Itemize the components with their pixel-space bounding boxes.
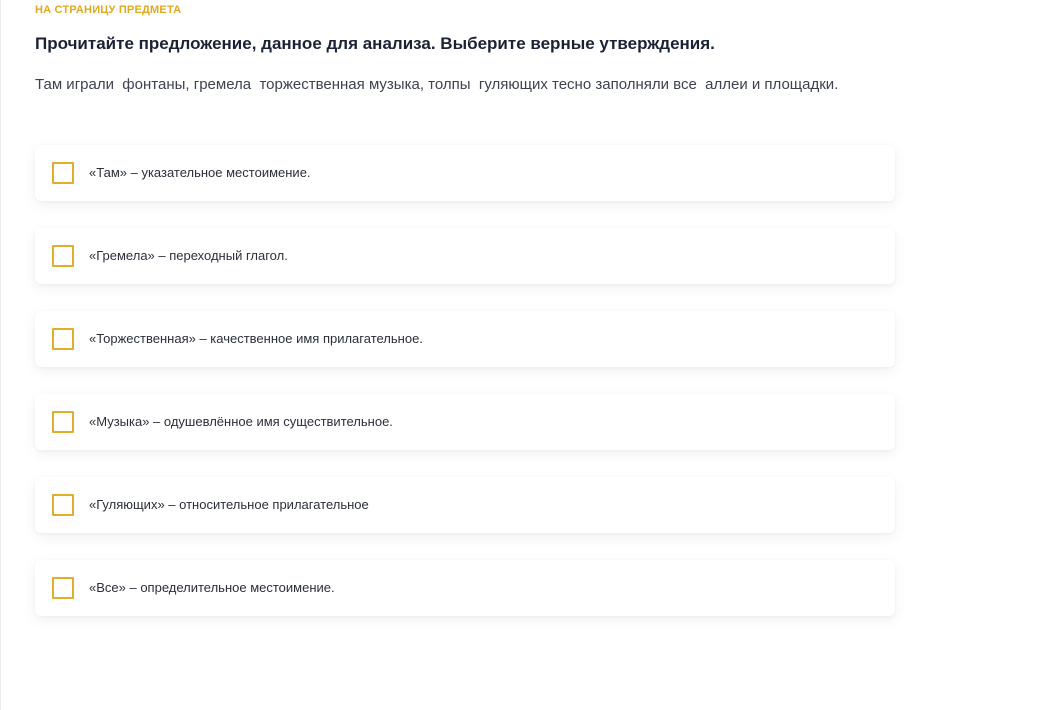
- checkbox-4[interactable]: [52, 411, 74, 433]
- question-title: Прочитайте предложение, данное для анали…: [35, 34, 715, 53]
- answer-option-label: «Все» – определительное местоимение.: [89, 580, 335, 595]
- answer-option-5[interactable]: «Гуляющих» – относительное прилагательно…: [35, 477, 895, 533]
- answer-option-label: «Музыка» – одушевлённое имя существитель…: [89, 414, 393, 429]
- checkbox-6[interactable]: [52, 577, 74, 599]
- checkbox-2[interactable]: [52, 245, 74, 267]
- answer-option-2[interactable]: «Гремела» – переходный глагол.: [35, 228, 895, 284]
- quiz-page: НА СТРАНИЦУ ПРЕДМЕТА Прочитайте предложе…: [0, 0, 1042, 710]
- answer-option-label: «Торжественная» – качественное имя прила…: [89, 331, 423, 346]
- checkbox-1[interactable]: [52, 162, 74, 184]
- left-divider: [0, 0, 1, 710]
- answer-option-label: «Гремела» – переходный глагол.: [89, 248, 288, 263]
- answer-options: «Там» – указательное местоимение. «Греме…: [35, 145, 895, 643]
- analysis-sentence: Там играли фонтаны, гремела торжественна…: [35, 76, 839, 93]
- answer-option-6[interactable]: «Все» – определительное местоимение.: [35, 560, 895, 616]
- answer-option-label: «Гуляющих» – относительное прилагательно…: [89, 497, 369, 512]
- checkbox-3[interactable]: [52, 328, 74, 350]
- answer-option-label: «Там» – указательное местоимение.: [89, 165, 311, 180]
- answer-option-3[interactable]: «Торжественная» – качественное имя прила…: [35, 311, 895, 367]
- answer-option-4[interactable]: «Музыка» – одушевлённое имя существитель…: [35, 394, 895, 450]
- answer-option-1[interactable]: «Там» – указательное местоимение.: [35, 145, 895, 201]
- checkbox-5[interactable]: [52, 494, 74, 516]
- back-to-subject-link[interactable]: НА СТРАНИЦУ ПРЕДМЕТА: [35, 4, 181, 16]
